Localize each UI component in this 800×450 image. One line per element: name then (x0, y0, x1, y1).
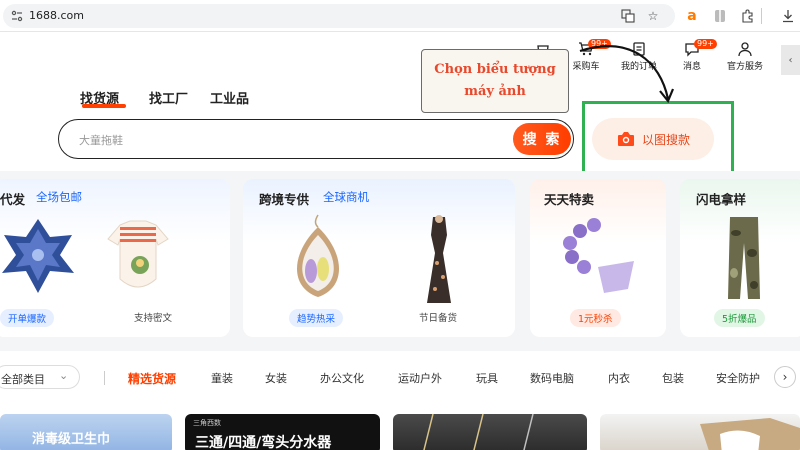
card-title: 跨境专供 (259, 192, 310, 207)
search-button[interactable]: 搜 索 (513, 123, 571, 155)
earring-image (296, 214, 340, 297)
card-crossborder[interactable]: 跨境专供 全球商机 趋势热采 节日备货 (243, 179, 515, 337)
bookmark-star-icon[interactable]: ☆ (645, 8, 661, 24)
highlight-box (582, 101, 734, 175)
card-pill: 5折爆品 (714, 309, 765, 327)
card-pill: 开单爆款 (0, 309, 55, 327)
tab-industrial[interactable]: 工业品 (210, 88, 249, 107)
browser-toolbar: 1688.com ☆ a (0, 0, 800, 32)
card-subtitle: 全场包邮 (36, 190, 82, 204)
category-item[interactable]: 女装 (265, 370, 287, 386)
annotation-line-2: máy ảnh (464, 84, 526, 99)
banner-brand: 三角西数 (193, 419, 221, 427)
category-bar: 全部类目 ⌄ 精选货源 童装 女装 办公文化 运动户外 玩具 数码电脑 内衣 包… (0, 363, 800, 391)
card-quick-sample[interactable]: 闪电拿样 5折爆品 (680, 179, 800, 337)
banner-valves[interactable]: 三角西数 三通/四通/弯头分水器 (185, 414, 380, 450)
category-item[interactable]: 玩具 (476, 370, 498, 386)
category-item[interactable]: 办公文化 (320, 370, 364, 386)
chevron-right-icon[interactable]: › (774, 366, 796, 388)
annotation-arrow (579, 45, 675, 104)
side-panel-toggle[interactable]: ‹ (781, 45, 800, 75)
category-featured[interactable]: 精选货源 (128, 370, 176, 387)
card-pill: 趋势热采 (289, 309, 344, 327)
card-subtitle: 全球商机 (323, 190, 369, 204)
site-info-icon[interactable] (9, 8, 25, 24)
card-daily-deals[interactable]: 天天特卖 1元秒杀 (530, 179, 666, 337)
banner-jewelry[interactable] (393, 414, 587, 450)
all-categories-dropdown[interactable]: 全部类目 ⌄ (0, 365, 80, 389)
brooch-image (2, 219, 74, 293)
card-title: 闪电拿样 (696, 192, 747, 207)
address-bar[interactable]: 1688.com ☆ (3, 4, 675, 28)
category-item[interactable]: 数码电脑 (530, 370, 574, 386)
url-text: 1688.com (29, 9, 84, 22)
extension-a-icon[interactable]: a (684, 8, 700, 24)
camo-pants-image (728, 217, 760, 299)
banner-title: 三通/四通/弯头分水器 (195, 435, 332, 450)
search-box: 大童拖鞋 搜 索 (58, 119, 574, 159)
divider (104, 371, 105, 385)
dress-image (427, 215, 451, 303)
annotation-callout: Chọn biểu tượng máy ảnh (421, 49, 569, 113)
card-pill: 1元秒杀 (570, 309, 621, 327)
download-icon[interactable] (780, 8, 796, 24)
category-item[interactable]: 包装 (662, 370, 684, 386)
category-item[interactable]: 安全防护 (716, 370, 760, 386)
service-label: 官方服务 (726, 62, 763, 72)
card-title: 代发 (0, 192, 26, 207)
baby-romper-image (107, 220, 169, 288)
category-item[interactable]: 内衣 (608, 370, 630, 386)
category-item[interactable]: 童装 (211, 370, 233, 386)
extension-gray-icon[interactable] (712, 8, 728, 24)
card-caption: 节日备货 (419, 313, 458, 324)
tab-find-factory[interactable]: 找工厂 (149, 88, 188, 107)
card-dropship[interactable]: 代发 全场包邮 开单爆款 支持密文 (0, 179, 230, 337)
messages-badge: 99+ (694, 39, 717, 49)
translate-icon[interactable] (620, 8, 636, 24)
tab-active-underline (82, 104, 126, 108)
annotation-line-1: Chọn biểu tượng (434, 62, 556, 77)
user-icon (738, 42, 752, 57)
category-item[interactable]: 运动户外 (398, 370, 442, 386)
card-caption: 支持密文 (134, 313, 173, 324)
search-input[interactable]: 大童拖鞋 (79, 132, 123, 148)
banner-title: 消毒级卫生巾 (32, 432, 111, 447)
toolbar-divider (760, 8, 764, 24)
banner-packaging[interactable] (600, 414, 800, 450)
chevron-left-icon: ‹ (788, 54, 793, 66)
messages-label: 消息 (682, 62, 701, 72)
banner-sanitary[interactable]: 消毒级卫生巾 (0, 414, 172, 450)
card-title: 天天特卖 (544, 192, 595, 207)
header-service[interactable]: 官方服务 (721, 41, 769, 72)
necklace-image (423, 414, 534, 450)
chevron-down-icon: ⌄ (59, 369, 69, 382)
page-content: 采购车 99+ 我的订单 消息 99+ 官方服务 ‹ 找货源 找工厂 工业品 大… (0, 33, 800, 450)
extensions-puzzle-icon[interactable] (740, 8, 756, 24)
all-categories-label: 全部类目 (1, 373, 45, 386)
box-image (700, 418, 800, 450)
bracelet-image (563, 218, 634, 293)
